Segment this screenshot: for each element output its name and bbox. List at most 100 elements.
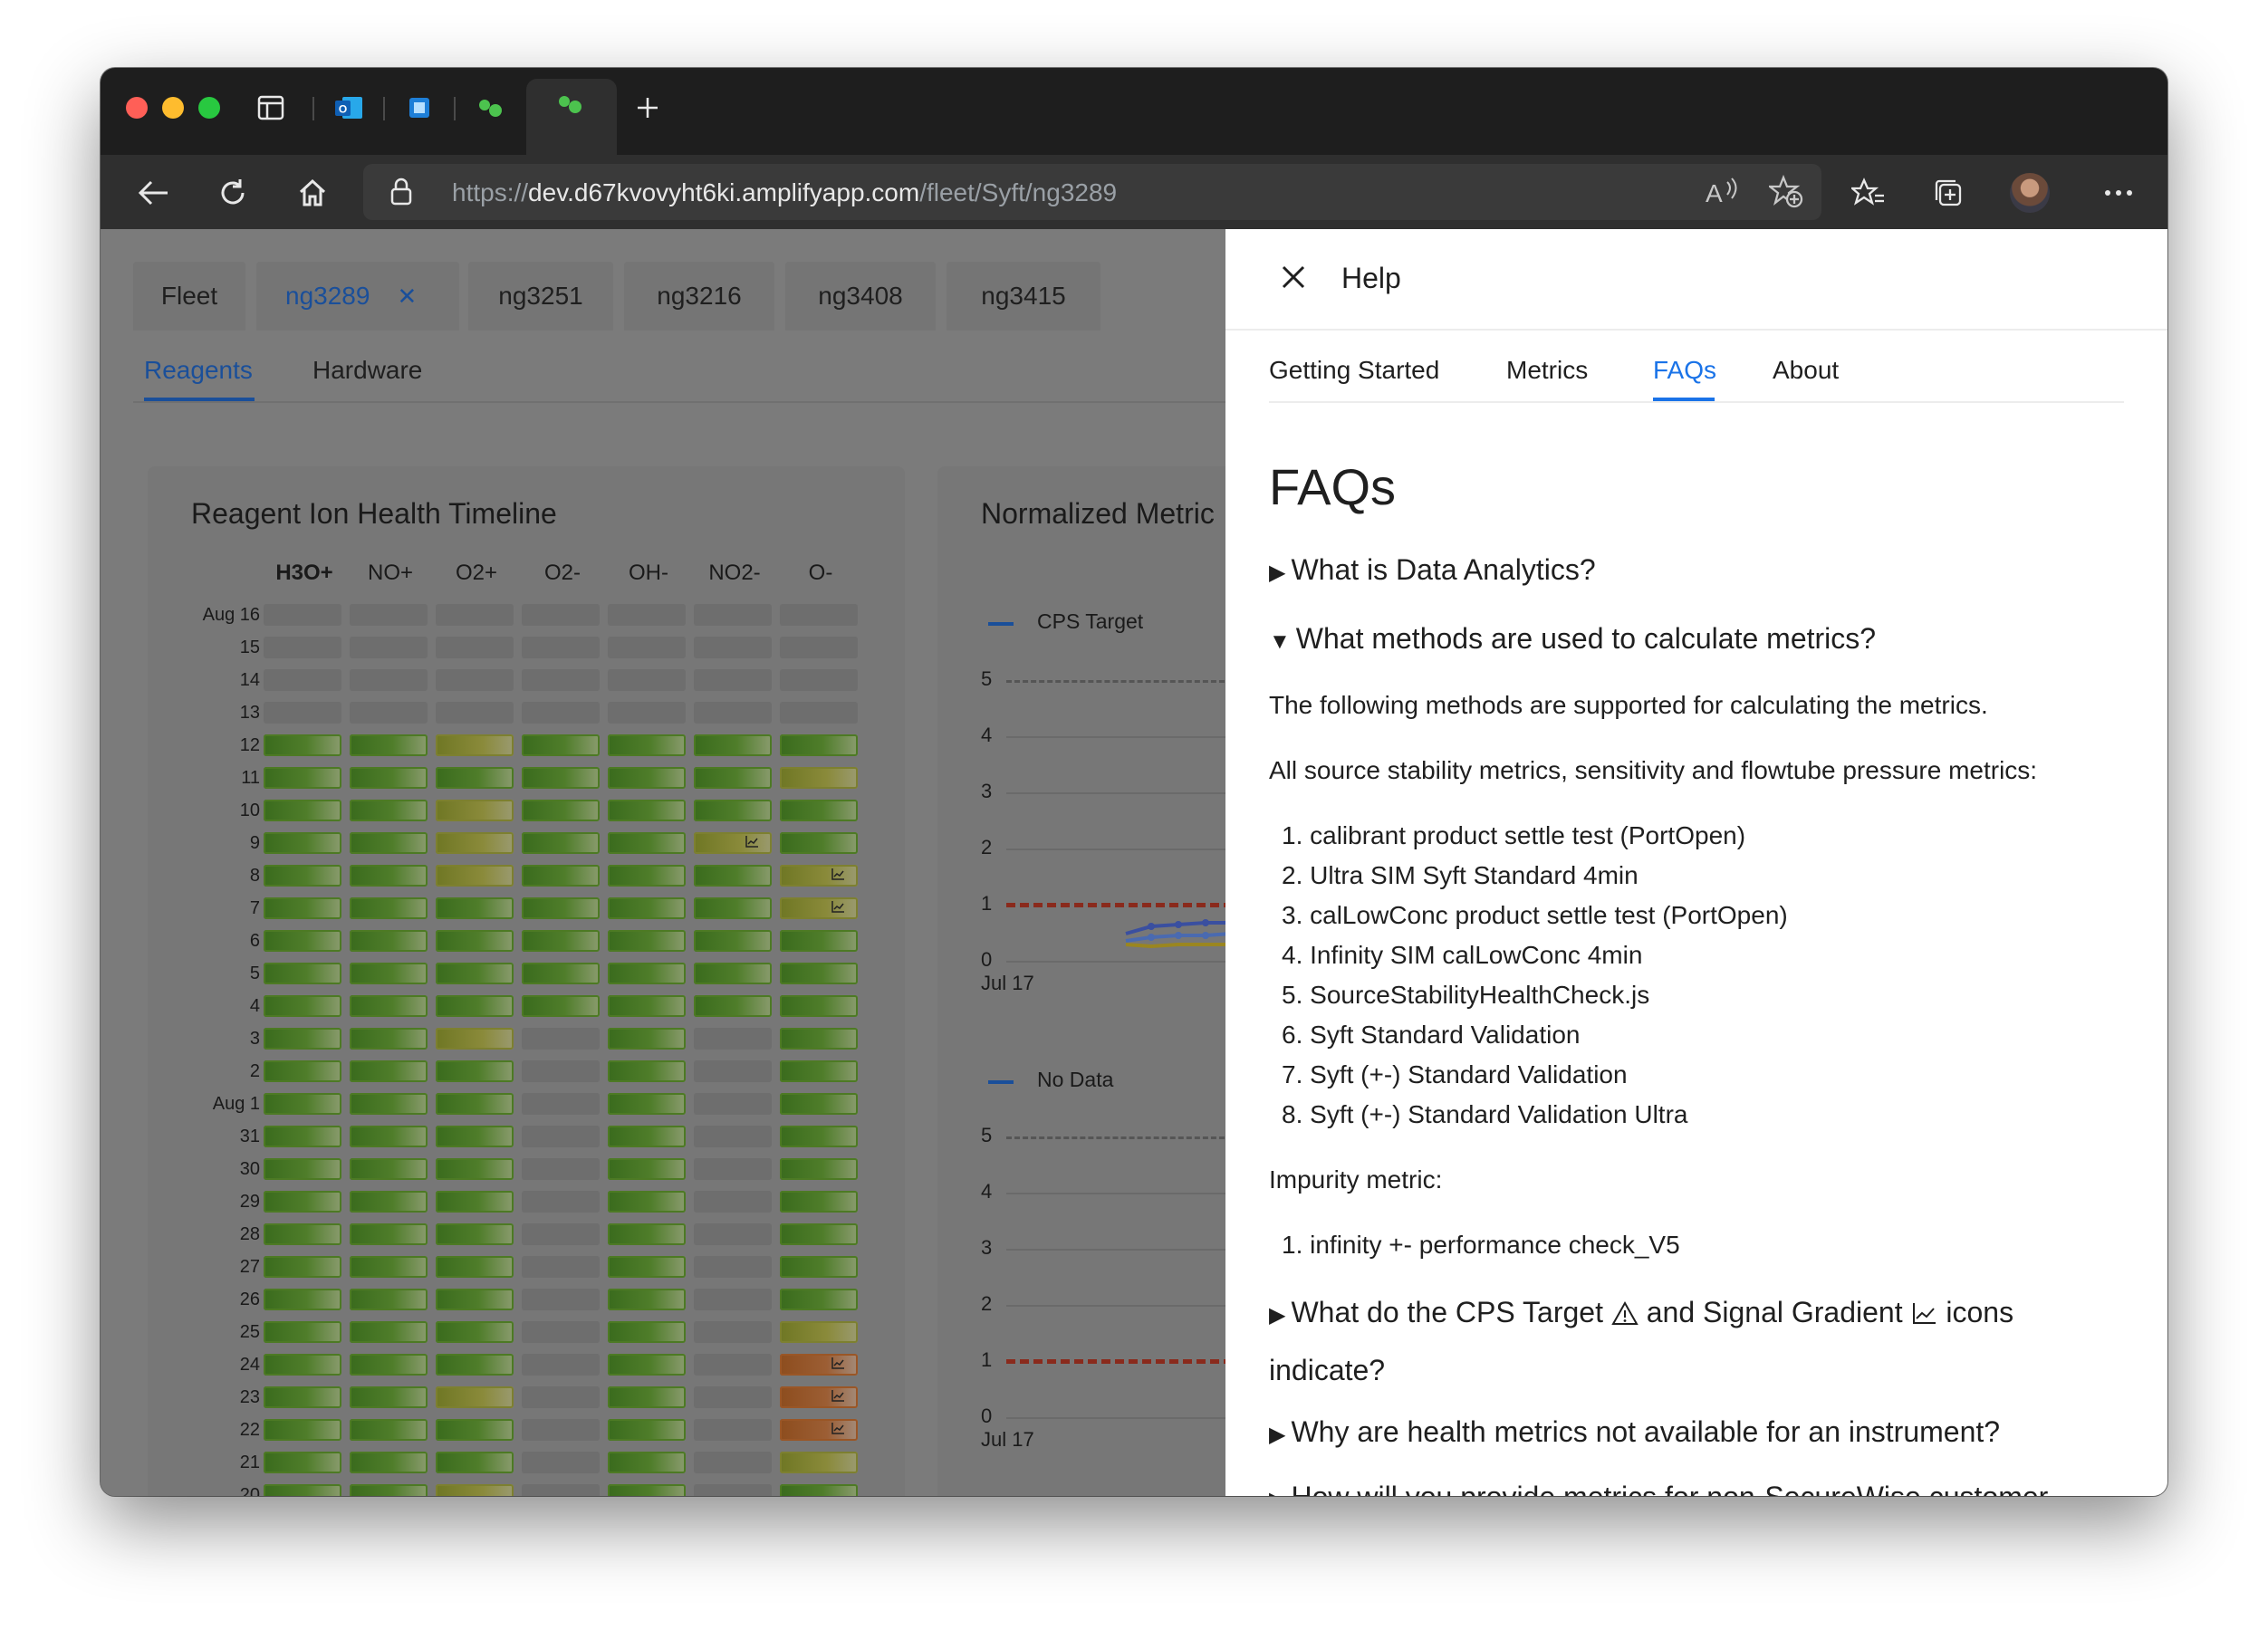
close-icon[interactable] xyxy=(1280,264,1307,295)
health-cell[interactable] xyxy=(350,1028,428,1050)
zoom-window-button[interactable] xyxy=(198,97,220,119)
health-cell[interactable] xyxy=(264,897,341,919)
health-cell[interactable] xyxy=(436,734,514,756)
health-cell[interactable] xyxy=(608,1354,686,1376)
health-cell[interactable] xyxy=(264,1028,341,1050)
health-cell[interactable] xyxy=(264,1191,341,1213)
health-cell[interactable] xyxy=(264,1289,341,1310)
health-cell[interactable] xyxy=(780,1028,858,1050)
health-cell[interactable] xyxy=(522,832,600,854)
health-cell[interactable] xyxy=(264,1354,341,1376)
tab-getting-started[interactable]: Getting Started xyxy=(1269,356,1439,385)
health-cell[interactable] xyxy=(694,865,772,887)
health-cell[interactable] xyxy=(608,767,686,789)
health-cell[interactable] xyxy=(780,1484,858,1496)
tab-metrics[interactable]: Metrics xyxy=(1506,356,1588,385)
health-cell[interactable] xyxy=(350,1060,428,1082)
health-cell[interactable] xyxy=(436,1126,514,1147)
health-cell[interactable] xyxy=(436,897,514,919)
new-tab-icon[interactable] xyxy=(631,91,664,124)
health-cell[interactable] xyxy=(350,1354,428,1376)
health-cell[interactable] xyxy=(608,1419,686,1441)
health-cell[interactable] xyxy=(264,832,341,854)
tab-ng3415[interactable]: ng3415 xyxy=(947,262,1100,331)
health-cell[interactable] xyxy=(522,865,600,887)
health-cell[interactable] xyxy=(780,897,858,919)
health-cell[interactable] xyxy=(694,930,772,952)
health-cell[interactable] xyxy=(780,734,858,756)
health-cell[interactable] xyxy=(436,1484,514,1496)
health-cell[interactable] xyxy=(436,1354,514,1376)
health-cell[interactable] xyxy=(608,1158,686,1180)
health-cell[interactable] xyxy=(436,1452,514,1473)
tab-actions-icon[interactable] xyxy=(255,91,287,124)
address-bar[interactable]: https://dev.d67kvovyht6ki.amplifyapp.com… xyxy=(363,164,1821,220)
health-cell[interactable] xyxy=(350,734,428,756)
health-cell[interactable] xyxy=(608,1256,686,1278)
profile-avatar[interactable] xyxy=(2010,173,2050,213)
health-cell[interactable] xyxy=(350,1126,428,1147)
health-cell[interactable] xyxy=(780,767,858,789)
health-cell[interactable] xyxy=(522,995,600,1017)
syft-tab-icon[interactable] xyxy=(474,91,506,124)
health-cell[interactable] xyxy=(350,963,428,984)
health-cell[interactable] xyxy=(436,1321,514,1343)
read-aloud-icon[interactable]: A xyxy=(1704,175,1740,214)
favorites-icon[interactable] xyxy=(1849,173,1888,213)
faq-question-collapsed[interactable]: ▶ How will you provide metrics for non-Se… xyxy=(1269,1481,2048,1496)
health-cell[interactable] xyxy=(608,734,686,756)
health-cell[interactable] xyxy=(780,1419,858,1441)
health-cell[interactable] xyxy=(608,1386,686,1408)
health-cell[interactable] xyxy=(608,865,686,887)
health-cell[interactable] xyxy=(780,1126,858,1147)
add-favorite-icon[interactable] xyxy=(1766,174,1805,214)
url-text[interactable]: https://dev.d67kvovyht6ki.amplifyapp.com… xyxy=(452,178,1117,207)
health-cell[interactable] xyxy=(780,832,858,854)
health-cell[interactable] xyxy=(608,1452,686,1473)
health-cell[interactable] xyxy=(350,995,428,1017)
health-cell[interactable] xyxy=(608,1028,686,1050)
health-cell[interactable] xyxy=(436,995,514,1017)
faq-question-expanded[interactable]: ▼ What methods are used to calculate metr… xyxy=(1269,622,1876,656)
health-cell[interactable] xyxy=(436,1256,514,1278)
health-cell[interactable] xyxy=(350,1419,428,1441)
health-cell[interactable] xyxy=(608,832,686,854)
health-cell[interactable] xyxy=(780,1191,858,1213)
health-cell[interactable] xyxy=(436,1419,514,1441)
back-icon[interactable] xyxy=(133,173,173,213)
health-cell[interactable] xyxy=(608,1191,686,1213)
tab-about[interactable]: About xyxy=(1773,356,1839,385)
health-cell[interactable] xyxy=(608,930,686,952)
tab-fleet[interactable]: Fleet xyxy=(133,262,245,331)
more-icon[interactable] xyxy=(2099,173,2138,213)
health-cell[interactable] xyxy=(264,1060,341,1082)
health-cell[interactable] xyxy=(780,1354,858,1376)
health-cell[interactable] xyxy=(350,1223,428,1245)
tab-ng3216[interactable]: ng3216 xyxy=(624,262,774,331)
health-cell[interactable] xyxy=(436,1028,514,1050)
collections-icon[interactable] xyxy=(1928,173,1968,213)
health-cell[interactable] xyxy=(264,734,341,756)
health-cell[interactable] xyxy=(522,767,600,789)
health-cell[interactable] xyxy=(780,1452,858,1473)
health-cell[interactable] xyxy=(264,1126,341,1147)
health-cell[interactable] xyxy=(780,800,858,821)
health-cell[interactable] xyxy=(608,1060,686,1082)
health-cell[interactable] xyxy=(264,1386,341,1408)
refresh-icon[interactable] xyxy=(213,173,253,213)
health-cell[interactable] xyxy=(436,1223,514,1245)
health-cell[interactable] xyxy=(608,995,686,1017)
health-cell[interactable] xyxy=(780,930,858,952)
app-tab-icon[interactable] xyxy=(403,91,436,124)
subtab-reagents[interactable]: Reagents xyxy=(144,356,253,385)
health-cell[interactable] xyxy=(436,1289,514,1310)
health-cell[interactable] xyxy=(694,832,772,854)
health-cell[interactable] xyxy=(694,800,772,821)
health-cell[interactable] xyxy=(436,832,514,854)
health-cell[interactable] xyxy=(436,1386,514,1408)
health-cell[interactable] xyxy=(264,1484,341,1496)
minimize-window-button[interactable] xyxy=(162,97,184,119)
outlook-tab-icon[interactable]: O xyxy=(332,91,365,124)
health-cell[interactable] xyxy=(264,767,341,789)
health-cell[interactable] xyxy=(522,963,600,984)
